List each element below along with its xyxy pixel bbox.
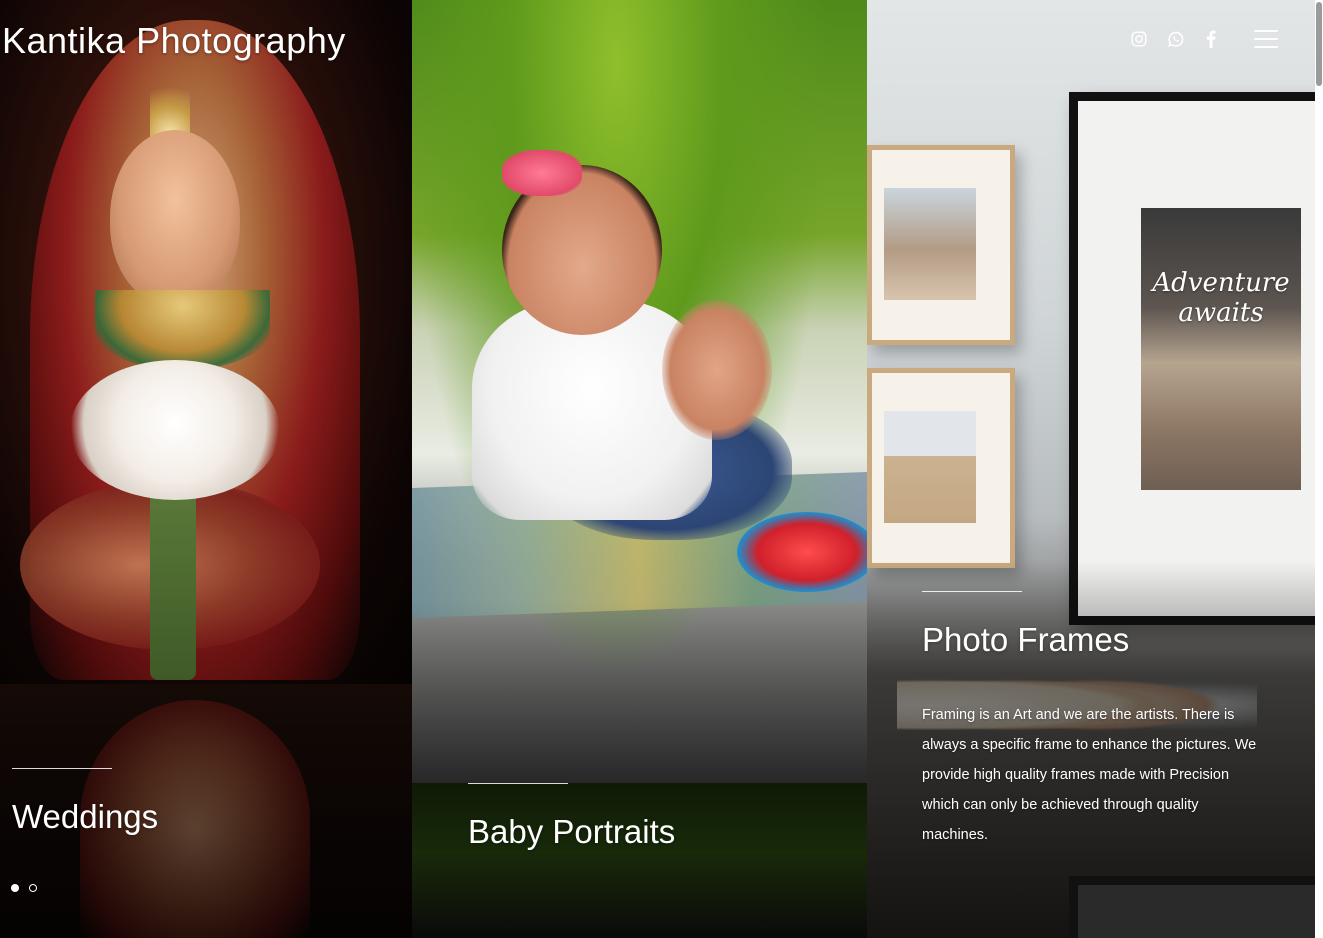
photo-frames-panel[interactable]: Adventure awaits Photo Frames Framing is… <box>867 0 1315 938</box>
baby-photo-secondary <box>412 783 867 938</box>
adventure-awaits-artwork: Adventure awaits <box>1152 268 1290 328</box>
slider-pagination <box>11 884 37 892</box>
site-title[interactable]: Kantika Photography <box>2 20 346 62</box>
slider-dot-2[interactable] <box>29 884 37 892</box>
photo-frames-caption[interactable]: Photo Frames <box>922 621 1129 659</box>
weddings-caption[interactable]: Weddings <box>12 798 158 836</box>
bride-photo <box>0 0 412 684</box>
baby-portraits-divider <box>468 783 568 784</box>
photo-frames-divider <box>922 591 1022 592</box>
social-links <box>1128 28 1222 50</box>
baby-photo <box>412 0 867 783</box>
slider-dot-1[interactable] <box>11 884 19 892</box>
instagram-icon[interactable] <box>1128 28 1150 50</box>
photo-frames-description: Framing is an Art and we are the artists… <box>922 707 1257 843</box>
weddings-panel[interactable]: Weddings <box>0 0 412 938</box>
facebook-icon[interactable] <box>1200 28 1222 50</box>
large-frame: Adventure awaits <box>1069 92 1315 625</box>
weddings-divider <box>12 768 112 769</box>
small-frame-2 <box>867 368 1015 568</box>
scrollbar-thumb[interactable] <box>1316 2 1322 86</box>
page: Weddings Baby Portraits Adventure awaits… <box>0 0 1323 938</box>
baby-portraits-panel[interactable]: Baby Portraits <box>412 0 867 938</box>
page-scrollbar[interactable] <box>1315 0 1323 938</box>
baby-portraits-caption[interactable]: Baby Portraits <box>468 813 675 851</box>
small-frame-1 <box>867 145 1015 345</box>
hamburger-menu-icon[interactable] <box>1254 30 1278 52</box>
whatsapp-icon[interactable] <box>1164 28 1186 50</box>
